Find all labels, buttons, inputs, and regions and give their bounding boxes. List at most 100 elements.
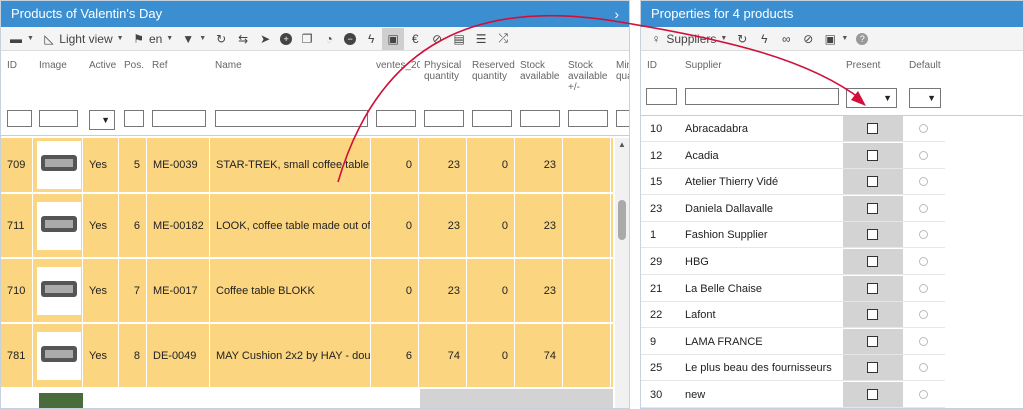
unlink-button[interactable]: ⊘ bbox=[797, 28, 819, 50]
table-row[interactable]: 709 Yes 5 ME-0039 STAR-TREK, small coffee ta… bbox=[1, 138, 613, 193]
header-ventes[interactable]: ventes_20 bbox=[376, 60, 420, 71]
present-checkbox[interactable] bbox=[867, 256, 878, 267]
present-checkbox[interactable] bbox=[867, 309, 878, 321]
quick-action-button[interactable]: ϟ bbox=[360, 28, 382, 50]
duplicate-button[interactable]: ❐ bbox=[296, 28, 318, 50]
present-cell[interactable] bbox=[843, 116, 903, 141]
filter-pos[interactable] bbox=[124, 110, 144, 127]
present-cell[interactable] bbox=[843, 195, 903, 221]
cell-id[interactable]: 710 bbox=[1, 259, 33, 322]
header-active[interactable]: Active bbox=[89, 60, 116, 71]
present-checkbox[interactable] bbox=[867, 362, 878, 374]
cell-available[interactable]: 23 bbox=[515, 194, 563, 257]
link-button[interactable]: ⊘ bbox=[426, 28, 448, 50]
header-default[interactable]: Default bbox=[909, 60, 941, 71]
filter-default[interactable]: ▼ bbox=[909, 88, 941, 108]
cell-physical[interactable]: 23 bbox=[419, 259, 467, 322]
filter-active[interactable]: ▼ bbox=[89, 110, 115, 130]
link-button[interactable]: ∞ bbox=[775, 28, 797, 50]
list-item[interactable]: 29 HBG bbox=[641, 249, 945, 275]
shuffle-button[interactable]: ⤮ bbox=[492, 28, 514, 50]
cell-reserved[interactable]: 0 bbox=[467, 324, 515, 387]
header-available-pm[interactable]: Stock available +/- bbox=[568, 60, 612, 93]
present-cell[interactable] bbox=[843, 328, 903, 354]
default-radio[interactable] bbox=[919, 150, 928, 160]
present-cell[interactable] bbox=[843, 302, 903, 328]
cell-id[interactable]: 711 bbox=[1, 194, 33, 257]
cell-image[interactable] bbox=[33, 324, 83, 387]
default-radio[interactable] bbox=[919, 257, 928, 266]
filter-present[interactable]: ▼ bbox=[846, 88, 897, 108]
default-radio[interactable] bbox=[919, 203, 928, 213]
column-menu-button[interactable]: ▬ ▼ bbox=[5, 28, 38, 50]
cell-ref[interactable]: ME-0039 bbox=[147, 138, 210, 192]
present-checkbox[interactable] bbox=[867, 123, 878, 134]
filter-min[interactable] bbox=[616, 110, 629, 127]
header-id[interactable]: ID bbox=[647, 60, 657, 71]
remove-button[interactable]: − bbox=[340, 28, 360, 50]
header-image[interactable]: Image bbox=[39, 60, 67, 71]
cell-pos[interactable]: 8 bbox=[119, 324, 147, 387]
list-item[interactable]: 1 Fashion Supplier bbox=[641, 222, 945, 249]
cell-id[interactable]: 709 bbox=[1, 138, 33, 192]
present-cell[interactable] bbox=[843, 142, 903, 168]
cell-pos[interactable]: 6 bbox=[119, 194, 147, 257]
products-scrollbar[interactable]: ▲ bbox=[615, 138, 629, 408]
cell-available[interactable]: 23 bbox=[515, 259, 563, 322]
quick-action-button[interactable]: ϟ bbox=[753, 28, 775, 50]
present-checkbox[interactable] bbox=[867, 335, 878, 347]
list-item[interactable]: 15 Atelier Thierry Vidé bbox=[641, 169, 945, 196]
cell-ventes[interactable]: 0 bbox=[371, 194, 419, 257]
cell-ref[interactable]: DE-0049 bbox=[147, 324, 210, 387]
filter-reserved[interactable] bbox=[472, 110, 512, 127]
filter-available-pm[interactable] bbox=[568, 110, 608, 127]
list-item[interactable]: 12 Acadia bbox=[641, 142, 945, 169]
filter-name[interactable] bbox=[215, 110, 368, 127]
header-pos[interactable]: Pos. bbox=[124, 60, 144, 71]
cell-available[interactable]: 74 bbox=[515, 324, 563, 387]
language-select-button[interactable]: ⚑ en ▼ bbox=[128, 28, 178, 50]
header-ref[interactable]: Ref bbox=[152, 60, 168, 71]
cell-active[interactable]: Yes bbox=[83, 194, 119, 257]
help-button[interactable]: ? bbox=[852, 28, 872, 50]
suppliers-select-button[interactable]: ♀ Suppliers ▼ bbox=[645, 28, 731, 50]
table-row[interactable]: 711 Yes 6 ME-00182 LOOK, coffee table made o… bbox=[1, 194, 613, 258]
cell-ref[interactable]: ME-00182 bbox=[147, 194, 210, 257]
cell-name[interactable]: STAR-TREK, small coffee table bbox=[210, 138, 371, 192]
cell-pos[interactable]: 5 bbox=[119, 138, 147, 192]
cell-name[interactable]: Coffee table BLOKK bbox=[210, 259, 371, 322]
filter-supplier[interactable] bbox=[685, 88, 839, 105]
refresh-button[interactable]: ↻ bbox=[731, 28, 753, 50]
default-radio[interactable] bbox=[919, 124, 928, 133]
cell-empty[interactable] bbox=[563, 324, 611, 387]
cell-empty[interactable] bbox=[563, 259, 611, 322]
default-radio[interactable] bbox=[919, 177, 928, 187]
cell-empty[interactable] bbox=[563, 194, 611, 257]
filter-ventes[interactable] bbox=[376, 110, 416, 127]
header-reserved[interactable]: Reserved quantity bbox=[472, 60, 516, 82]
list-item[interactable]: 25 Le plus beau des fournisseurs bbox=[641, 355, 945, 382]
list-item[interactable]: 10 Abracadabra bbox=[641, 116, 945, 142]
header-physical[interactable]: Physical quantity bbox=[424, 60, 468, 82]
cell-reserved[interactable]: 0 bbox=[467, 138, 515, 192]
price-button[interactable]: € bbox=[404, 28, 426, 50]
cell-ventes[interactable]: 0 bbox=[371, 259, 419, 322]
list-item[interactable]: 21 La Belle Chaise bbox=[641, 275, 945, 302]
cell-name[interactable]: LOOK, coffee table made out of bbox=[210, 194, 371, 257]
list-item[interactable]: 23 Daniela Dallavalle bbox=[641, 195, 945, 222]
filter-available[interactable] bbox=[520, 110, 560, 127]
cell-available[interactable]: 23 bbox=[515, 138, 563, 192]
present-checkbox[interactable] bbox=[867, 149, 878, 161]
present-checkbox[interactable] bbox=[867, 389, 878, 400]
cell-active[interactable]: Yes bbox=[83, 324, 119, 387]
default-radio[interactable] bbox=[919, 336, 928, 346]
ordered-list-button[interactable]: ☰ bbox=[470, 28, 492, 50]
list-item[interactable]: 22 Lafont bbox=[641, 302, 945, 329]
filter-ref[interactable] bbox=[152, 110, 206, 127]
cell-active[interactable]: Yes bbox=[83, 259, 119, 322]
present-checkbox[interactable] bbox=[867, 229, 878, 241]
present-cell[interactable] bbox=[843, 275, 903, 301]
header-name[interactable]: Name bbox=[215, 60, 242, 71]
list-item[interactable]: 30 new bbox=[641, 382, 945, 408]
cell-active[interactable]: Yes bbox=[83, 138, 119, 192]
